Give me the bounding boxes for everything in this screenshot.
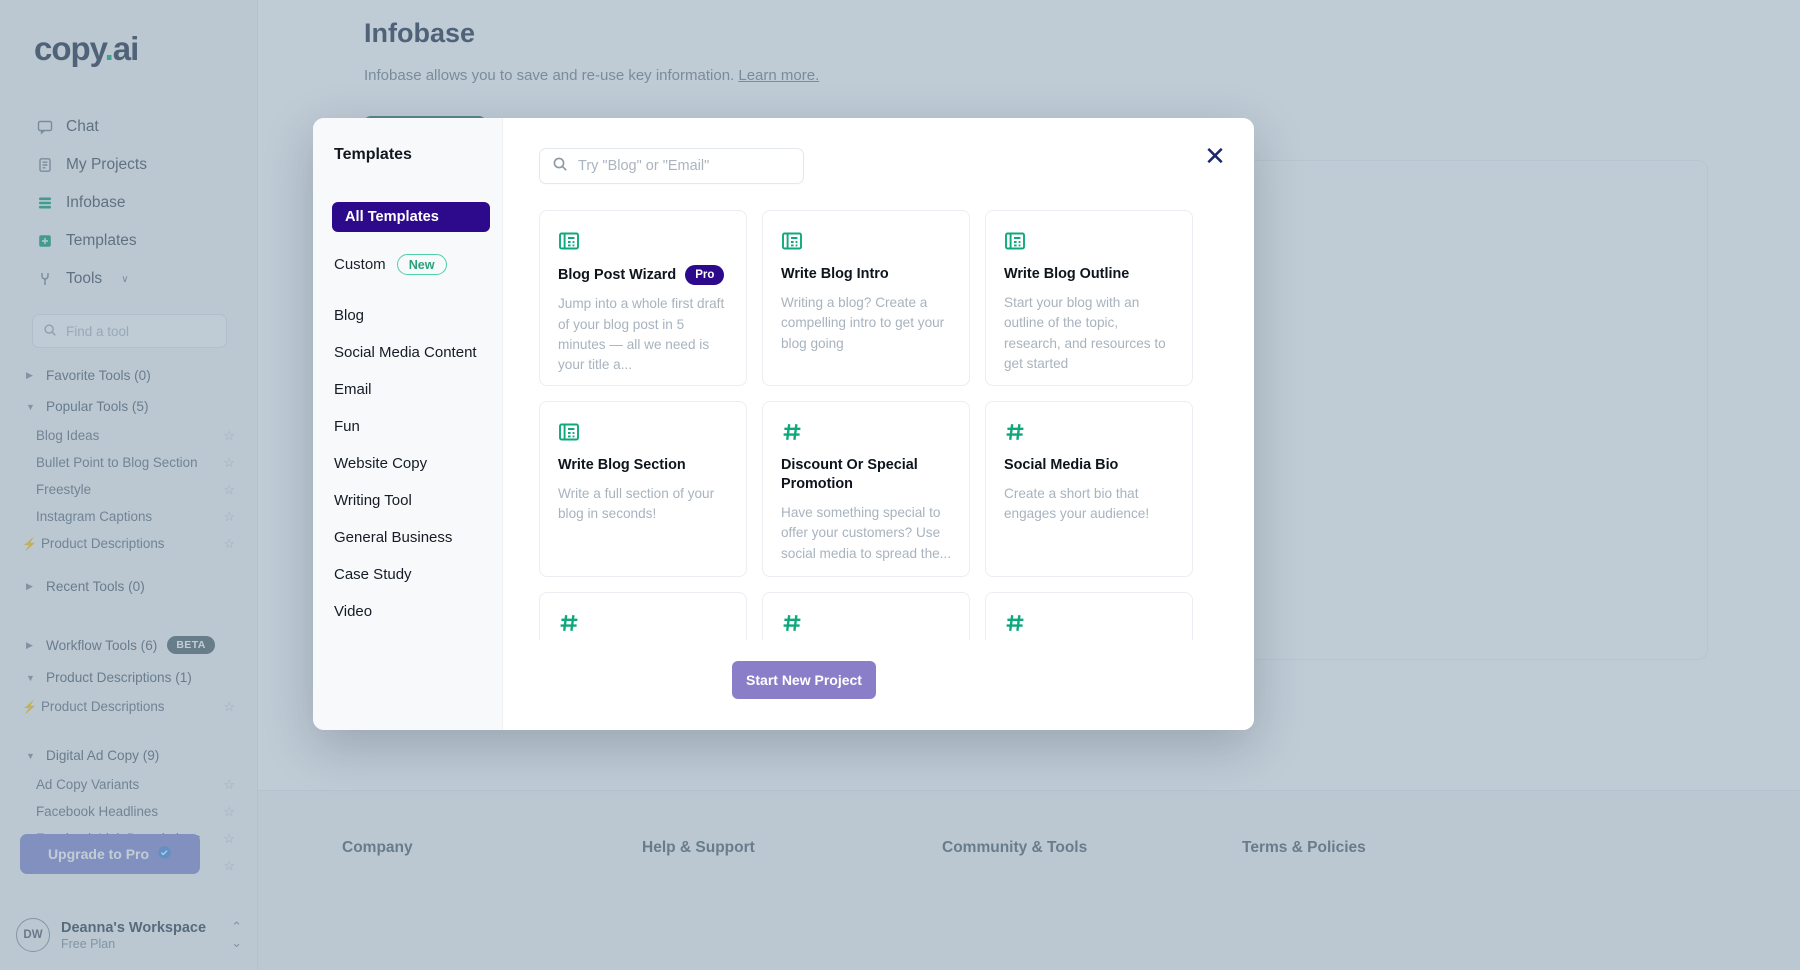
template-title: Discount Or Special Promotion [781,456,951,494]
grid-fade-mask [503,644,1254,730]
pro-badge: Pro [685,265,724,285]
search-input[interactable] [578,158,791,174]
category-blog[interactable]: Blog [313,297,502,334]
modal-templates-panel: ✕ Blog Post Wizard Pro [503,118,1254,730]
template-card[interactable]: Write Blog Section Write a full section … [539,401,747,577]
start-new-project-button[interactable]: Start New Project [732,661,876,699]
hash-icon [1004,612,1174,634]
template-card[interactable]: Seasonal / Holiday [762,592,970,640]
hash-icon [558,612,728,634]
templates-grid: Blog Post Wizard Pro Jump into a whole f… [539,210,1219,640]
template-title: Write Blog Section [558,456,686,475]
category-website-copy[interactable]: Website Copy [313,445,502,482]
template-description: Start your blog with an outline of the t… [1004,293,1174,375]
template-title: Social Media Bio [1004,456,1118,475]
category-all-templates[interactable]: All Templates [332,202,490,232]
template-title: Write Blog Intro [781,265,889,284]
template-description: Writing a blog? Create a compelling intr… [781,293,951,354]
template-search[interactable] [539,148,804,184]
hash-icon [781,421,951,443]
template-card[interactable]: Write Blog Intro Writing a blog? Create … [762,210,970,386]
app-root: copy.ai Chat My Projects [0,0,1800,970]
template-title-row: Social Media Bio [1004,456,1174,475]
template-title-row: Discount Or Special Promotion [781,456,951,494]
template-card[interactable]: Share Tips And Knowledge [539,592,747,640]
hash-icon [1004,421,1174,443]
template-title-row: Write Blog Outline [1004,265,1174,284]
category-fun[interactable]: Fun [313,408,502,445]
template-title-row: Write Blog Section [558,456,728,475]
category-video[interactable]: Video [313,593,502,630]
category-custom-label: Custom [334,256,386,273]
newspaper-icon [1004,230,1174,252]
category-general-business[interactable]: General Business [313,519,502,556]
category-case-study[interactable]: Case Study [313,556,502,593]
template-description: Have something special to offer your cus… [781,503,951,564]
newspaper-icon [781,230,951,252]
template-title-row: Write Blog Intro [781,265,951,284]
template-description: Write a full section of your blog in sec… [558,484,728,525]
templates-modal: Templates All Templates Custom New Blog … [313,118,1254,730]
template-card[interactable]: Showcase A Customer Or Testimonial [985,592,1193,640]
template-card[interactable]: Social Media Bio Create a short bio that… [985,401,1193,577]
newspaper-icon [558,230,728,252]
category-writing-tool[interactable]: Writing Tool [313,482,502,519]
category-social-media-content[interactable]: Social Media Content [313,334,502,371]
template-card[interactable]: Blog Post Wizard Pro Jump into a whole f… [539,210,747,386]
search-icon [552,156,568,177]
category-custom[interactable]: Custom New [313,232,502,297]
category-email[interactable]: Email [313,371,502,408]
template-title-row: Blog Post Wizard Pro [558,265,728,285]
modal-heading: Templates [313,146,502,164]
hash-icon [781,612,951,634]
template-title: Blog Post Wizard [558,266,676,285]
template-card[interactable]: Discount Or Special Promotion Have somet… [762,401,970,577]
templates-grid-scroll[interactable]: Blog Post Wizard Pro Jump into a whole f… [539,210,1219,640]
template-description: Create a short bio that engages your aud… [1004,484,1174,525]
close-icon[interactable]: ✕ [1202,144,1228,170]
new-badge: New [397,254,447,275]
template-card[interactable]: Write Blog Outline Start your blog with … [985,210,1193,386]
template-title: Write Blog Outline [1004,265,1129,284]
newspaper-icon [558,421,728,443]
modal-category-panel: Templates All Templates Custom New Blog … [313,118,503,730]
template-description: Jump into a whole first draft of your bl… [558,294,728,376]
